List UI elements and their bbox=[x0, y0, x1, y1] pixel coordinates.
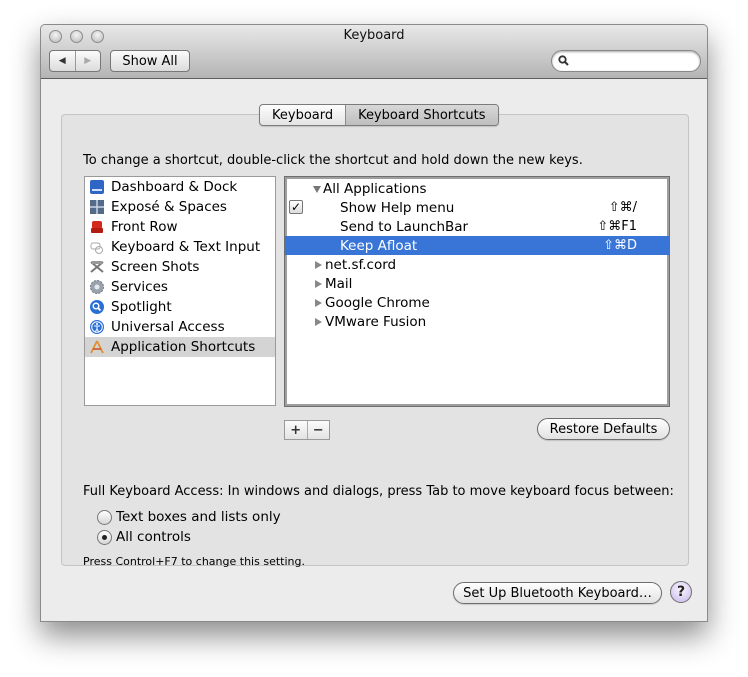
instructions-text: To change a shortcut, double-click the s… bbox=[83, 153, 583, 168]
app-group-row[interactable]: Mail bbox=[285, 274, 669, 293]
add-shortcut-button[interactable]: + bbox=[285, 421, 307, 439]
app-group-label: Mail bbox=[325, 275, 353, 292]
shortcut-label: Show Help menu bbox=[340, 199, 455, 216]
category-label: Dashboard & Dock bbox=[111, 179, 238, 195]
category-label: Keyboard & Text Input bbox=[111, 239, 261, 255]
shortcut-enabled-checkbox[interactable]: ✓ bbox=[289, 200, 303, 214]
application-shortcuts-icon bbox=[89, 339, 105, 355]
shortcut-keys[interactable]: ⇧⌘D bbox=[603, 238, 637, 253]
help-question-icon: ? bbox=[676, 584, 686, 600]
category-item-services[interactable]: Services bbox=[85, 277, 275, 297]
category-item-screen-shots[interactable]: Screen Shots bbox=[85, 257, 275, 277]
shortcut-hint-text: Press Control+F7 to change this setting. bbox=[83, 555, 305, 568]
shortcuts-outline-list: All Applications ✓ Show Help menu ⇧⌘/ Se… bbox=[284, 176, 670, 407]
shortcut-keys[interactable]: ⇧⌘F1 bbox=[597, 219, 637, 234]
category-item-expose-spaces[interactable]: Exposé & Spaces bbox=[85, 197, 275, 217]
front-row-icon bbox=[89, 219, 105, 235]
category-list: Dashboard & Dock Exposé & Spaces Front R… bbox=[84, 176, 276, 406]
disclosure-triangle-collapsed-icon[interactable] bbox=[315, 260, 322, 269]
keyboard-text-input-icon bbox=[89, 239, 105, 255]
back-button[interactable]: ◀ bbox=[50, 51, 75, 71]
app-group-row[interactable]: Google Chrome bbox=[285, 293, 669, 312]
category-label: Services bbox=[111, 279, 168, 295]
shortcut-keys[interactable]: ⇧⌘/ bbox=[609, 200, 637, 215]
spotlight-icon bbox=[89, 299, 105, 315]
category-item-dashboard-dock[interactable]: Dashboard & Dock bbox=[85, 177, 275, 197]
keyboard-shortcuts-panel: To change a shortcut, double-click the s… bbox=[61, 114, 689, 568]
set-up-bluetooth-keyboard-button[interactable]: Set Up Bluetooth Keyboard… bbox=[453, 582, 662, 604]
show-all-button[interactable]: Show All bbox=[110, 50, 190, 72]
disclosure-triangle-expanded-icon[interactable] bbox=[313, 185, 321, 193]
universal-access-icon bbox=[89, 319, 105, 335]
shortcut-row[interactable]: ✓ Show Help menu ⇧⌘/ bbox=[285, 198, 669, 217]
shortcut-row[interactable]: Send to LaunchBar ⇧⌘F1 bbox=[285, 217, 669, 236]
category-item-universal-access[interactable]: Universal Access bbox=[85, 317, 275, 337]
radio-button[interactable] bbox=[97, 509, 112, 525]
app-group-label: VMware Fusion bbox=[325, 313, 427, 330]
tab-keyboard[interactable]: Keyboard bbox=[260, 105, 345, 125]
disclosure-triangle-collapsed-icon[interactable] bbox=[315, 279, 322, 288]
tab-keyboard-shortcuts[interactable]: Keyboard Shortcuts bbox=[345, 105, 498, 125]
app-group-label: Google Chrome bbox=[325, 294, 430, 311]
app-group-label: net.sf.cord bbox=[325, 256, 397, 273]
radio-text-boxes-and-lists-only[interactable]: Text boxes and lists only bbox=[97, 509, 281, 525]
full-keyboard-access-label: Full Keyboard Access: In windows and dia… bbox=[83, 484, 674, 499]
category-label: Spotlight bbox=[111, 299, 172, 315]
radio-button-selected[interactable] bbox=[97, 529, 112, 545]
group-row-all-applications[interactable]: All Applications bbox=[285, 179, 669, 198]
category-label: Screen Shots bbox=[111, 259, 200, 275]
category-item-application-shortcuts[interactable]: Application Shortcuts bbox=[85, 337, 275, 357]
category-label: Exposé & Spaces bbox=[111, 199, 227, 215]
expose-spaces-icon bbox=[89, 199, 105, 215]
group-label: All Applications bbox=[323, 180, 427, 197]
radio-label: All controls bbox=[116, 529, 191, 545]
back-arrow-icon: ◀ bbox=[58, 56, 66, 66]
title-bar: Keyboard ◀ ▶ Show All bbox=[41, 25, 707, 79]
category-item-front-row[interactable]: Front Row bbox=[85, 217, 275, 237]
restore-defaults-button[interactable]: Restore Defaults bbox=[537, 418, 670, 440]
search-icon bbox=[558, 55, 569, 66]
dashboard-dock-icon bbox=[89, 179, 105, 195]
disclosure-triangle-collapsed-icon[interactable] bbox=[315, 317, 322, 326]
category-label: Universal Access bbox=[111, 319, 225, 335]
shortcut-row-selected[interactable]: Keep Afloat ⇧⌘D bbox=[285, 236, 669, 255]
add-remove-control: + − bbox=[284, 420, 330, 440]
category-label: Front Row bbox=[111, 219, 178, 235]
forward-button[interactable]: ▶ bbox=[74, 51, 101, 71]
screen-shots-icon bbox=[89, 259, 105, 275]
app-group-row[interactable]: net.sf.cord bbox=[285, 255, 669, 274]
category-item-spotlight[interactable]: Spotlight bbox=[85, 297, 275, 317]
shortcut-label: Send to LaunchBar bbox=[340, 218, 469, 235]
search-field[interactable] bbox=[551, 50, 701, 72]
disclosure-triangle-collapsed-icon[interactable] bbox=[315, 298, 322, 307]
forward-arrow-icon: ▶ bbox=[84, 56, 92, 66]
back-forward-control: ◀ ▶ bbox=[49, 50, 101, 72]
category-item-keyboard-text-input[interactable]: Keyboard & Text Input bbox=[85, 237, 275, 257]
window-title: Keyboard bbox=[343, 28, 405, 43]
radio-all-controls[interactable]: All controls bbox=[97, 529, 191, 545]
radio-label: Text boxes and lists only bbox=[116, 509, 281, 525]
tab-bar: Keyboard Keyboard Shortcuts bbox=[259, 104, 499, 126]
app-group-row[interactable]: VMware Fusion bbox=[285, 312, 669, 331]
keyboard-preferences-window: Keyboard ◀ ▶ Show All Keyboard Keyboard … bbox=[40, 24, 708, 622]
shortcut-label: Keep Afloat bbox=[340, 237, 418, 254]
help-button[interactable]: ? bbox=[670, 581, 692, 603]
remove-shortcut-button[interactable]: − bbox=[306, 421, 330, 439]
services-gear-icon bbox=[89, 279, 105, 295]
category-label: Application Shortcuts bbox=[111, 339, 256, 355]
